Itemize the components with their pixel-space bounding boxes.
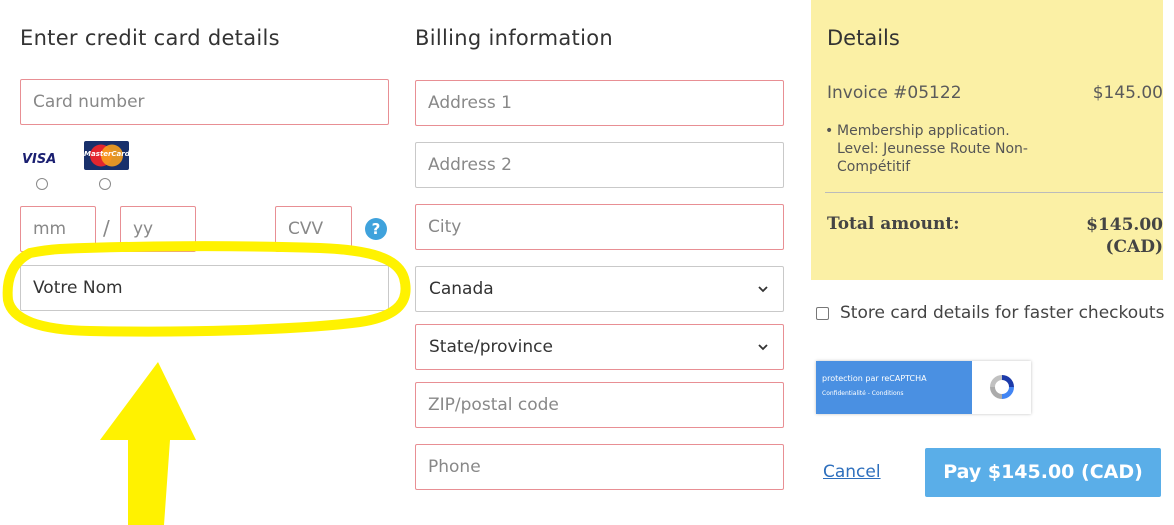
state-select[interactable]: State/province <box>415 324 784 370</box>
bullet-mark: • <box>825 123 834 139</box>
cancel-link[interactable]: Cancel <box>823 462 881 482</box>
country-select-value: Canada <box>429 279 494 299</box>
cardholder-name-input[interactable] <box>20 265 389 311</box>
address1-input[interactable] <box>415 80 784 126</box>
details-title: Details <box>827 26 900 50</box>
help-icon[interactable]: ? <box>365 218 387 240</box>
billing-section-title: Billing information <box>415 26 613 50</box>
invoice-amount: $145.00 <box>1092 83 1163 103</box>
zip-input[interactable] <box>415 382 784 428</box>
details-divider <box>825 192 1163 193</box>
recaptcha-title: protection par reCAPTCHA <box>822 374 927 383</box>
total-amount: $145.00 (CAD) <box>1086 214 1163 258</box>
line-item: • Membership application. Level: Jeuness… <box>825 122 1037 176</box>
chevron-down-icon <box>758 286 768 293</box>
expiry-month-input[interactable] <box>20 206 96 252</box>
card-number-input[interactable] <box>20 79 389 125</box>
card-section-title: Enter credit card details <box>20 26 280 50</box>
store-card-label[interactable]: Store card details for faster checkouts <box>840 303 1164 323</box>
phone-input[interactable] <box>415 444 784 490</box>
city-input[interactable] <box>415 204 784 250</box>
total-amount-value: $145.00 <box>1086 215 1163 235</box>
total-currency: (CAD) <box>1105 237 1163 257</box>
recaptcha-icon <box>990 375 1014 399</box>
pay-button[interactable]: Pay $145.00 (CAD) <box>925 448 1161 497</box>
address2-input[interactable] <box>415 142 784 188</box>
recaptcha-links[interactable]: Confidentialité - Conditions <box>822 390 904 397</box>
chevron-down-icon <box>758 344 768 351</box>
mastercard-logo: MasterCard <box>84 141 130 170</box>
line-item-text: Membership application. Level: Jeunesse … <box>837 123 1028 175</box>
cvv-input[interactable] <box>275 206 352 252</box>
expiry-year-input[interactable] <box>120 206 196 252</box>
recaptcha-text-area: protection par reCAPTCHA Confidentialité… <box>816 361 972 414</box>
state-select-value: State/province <box>429 337 553 357</box>
store-card-checkbox[interactable] <box>816 307 829 320</box>
mastercard-radio[interactable] <box>99 178 111 190</box>
order-details-panel: Details Invoice #05122 $145.00 • Members… <box>811 0 1163 280</box>
total-label: Total amount: <box>827 214 960 234</box>
expiry-separator: / <box>103 216 110 240</box>
recaptcha-badge[interactable]: protection par reCAPTCHA Confidentialité… <box>816 361 1031 414</box>
visa-logo: VISA <box>22 152 57 167</box>
invoice-number: Invoice #05122 <box>827 83 962 103</box>
country-select[interactable]: Canada <box>415 266 784 312</box>
visa-radio[interactable] <box>36 178 48 190</box>
